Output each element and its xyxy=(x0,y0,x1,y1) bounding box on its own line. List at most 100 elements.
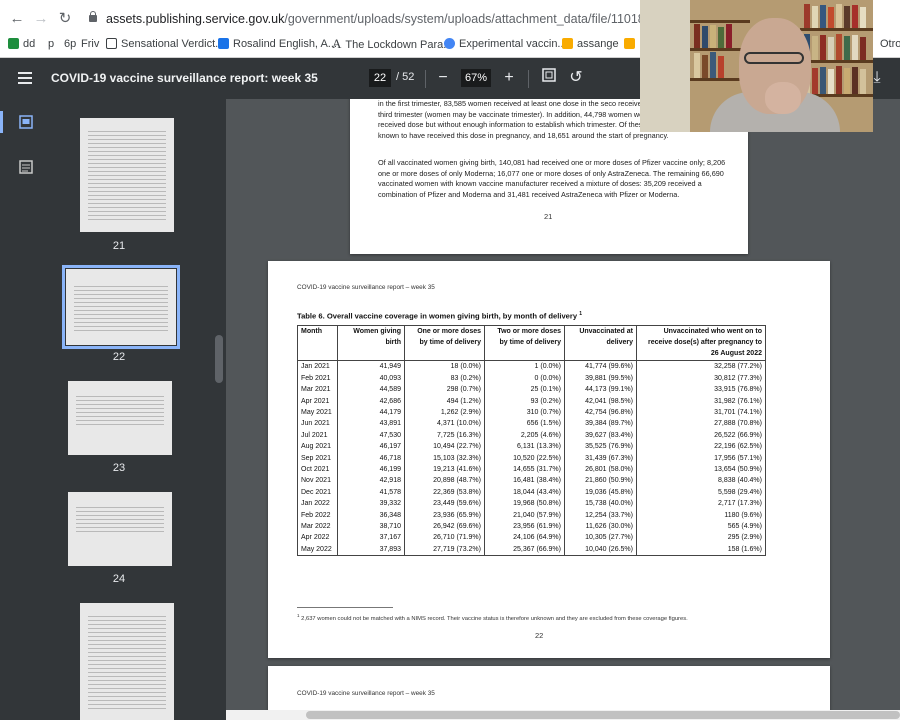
folder-icon xyxy=(624,38,635,49)
table-cell: 31,439 (67.3%) xyxy=(564,452,637,465)
bookmark-lockdown-paradox[interactable]: A The Lockdown Para... xyxy=(332,36,452,52)
horizontal-scroll-thumb[interactable] xyxy=(306,711,900,719)
bookmark-otro[interactable]: Otro xyxy=(880,36,900,52)
table-body: Jan 2021 41,949 18 (0.0%) 1 (0.0%) 41,774 (9… xyxy=(297,360,766,557)
zoom-in-icon[interactable]: + xyxy=(500,68,518,88)
table-cell: 44,589 xyxy=(337,384,405,396)
back-icon[interactable]: ← xyxy=(8,10,26,28)
table-cell: 23,956 (61.9%) xyxy=(484,521,565,533)
thumbnails-icon[interactable] xyxy=(19,115,33,129)
table-cell: 21,860 (50.9%) xyxy=(564,475,637,487)
table-cell: 18,044 (43.4%) xyxy=(484,486,565,499)
thumbnail-page-23[interactable] xyxy=(68,381,172,455)
table-cell: 2,717 (17.3%) xyxy=(636,498,766,510)
table-cell: 10,520 (22.5%) xyxy=(484,452,565,465)
sidebar-rail xyxy=(0,99,52,720)
toolbar-divider xyxy=(528,70,529,88)
grid-icon xyxy=(106,38,117,49)
table-row: Feb 2022 36,348 23,936 (65.9%) 21,040 (57.9… xyxy=(297,509,766,522)
thumbnail-scroll-thumb[interactable] xyxy=(215,335,223,383)
thumbnail-pane: 21 22 23 24 xyxy=(52,99,226,720)
table-cell: 19,036 (45.8%) xyxy=(564,486,637,499)
table-cell: 295 (2.9%) xyxy=(636,532,766,544)
table-cell: 12,254 (33.7%) xyxy=(564,509,637,522)
table-cell: 31,701 (74.1%) xyxy=(636,407,766,419)
month-cell: Dec 2021 xyxy=(297,486,338,499)
table-row: May 2021 44,179 1,262 (2.9%) 310 (0.7%) 42,7… xyxy=(297,407,766,419)
table-cell: 10,040 (26.5%) xyxy=(564,543,637,557)
bookmark-assange[interactable]: assange xyxy=(562,36,619,52)
table-title: Table 6. Overall vaccine coverage in wom… xyxy=(297,311,582,321)
thumbnail-number: 24 xyxy=(112,573,126,585)
table-cell: 7,725 (16.3%) xyxy=(404,429,485,442)
thumbnail-page-21[interactable] xyxy=(80,118,174,232)
url-field[interactable]: assets.publishing.service.gov.uk/governm… xyxy=(106,9,666,29)
bookmark-rosalind-english[interactable]: Rosalind English, A... xyxy=(218,36,337,52)
thumbnail-page-24[interactable] xyxy=(68,492,172,566)
month-cell: Nov 2021 xyxy=(297,475,338,487)
bookmark-icon xyxy=(444,38,455,49)
table-cell: 4,371 (10.0%) xyxy=(404,418,485,430)
zoom-input[interactable]: 67% xyxy=(461,69,491,87)
bookmark-p[interactable]: p xyxy=(48,36,54,52)
column-header: One or more doses by time of delivery xyxy=(404,324,485,362)
table-cell: 13,654 (50.9%) xyxy=(636,464,766,476)
table-cell: 42,754 (96.8%) xyxy=(564,407,637,419)
month-cell: Jul 2021 xyxy=(297,429,338,442)
table-cell: 44,179 xyxy=(337,407,405,419)
month-cell: Oct 2021 xyxy=(297,464,338,476)
table-cell: 565 (4.9%) xyxy=(636,521,766,533)
bookmark-icon xyxy=(8,38,19,49)
month-cell: Feb 2021 xyxy=(297,372,338,385)
zoom-out-icon[interactable]: − xyxy=(434,68,452,88)
horizontal-scrollbar[interactable] xyxy=(226,710,900,720)
outline-icon[interactable] xyxy=(19,160,33,174)
table-cell: 41,774 (99.6%) xyxy=(564,360,637,373)
table-cell: 38,710 xyxy=(337,521,405,533)
forward-icon[interactable]: → xyxy=(32,10,50,28)
table-cell: 33,915 (76.8%) xyxy=(636,384,766,396)
pdf-page-23: COVID-19 vaccine surveillance report – w… xyxy=(268,666,830,710)
bookmark-dd[interactable]: dd xyxy=(8,36,35,52)
table-cell: 158 (1.6%) xyxy=(636,543,766,557)
table-cell: 93 (0.2%) xyxy=(484,395,565,408)
footnote: 1 2,637 women could not be matched with … xyxy=(297,613,688,622)
bookmark-sensational-verdict[interactable]: Sensational Verdict... xyxy=(106,36,224,52)
page-header: COVID-19 vaccine surveillance report – w… xyxy=(297,284,435,291)
table-cell: 656 (1.5%) xyxy=(484,418,565,430)
fit-page-icon[interactable] xyxy=(540,68,558,88)
menu-icon[interactable] xyxy=(18,72,32,84)
table-cell: 22,196 (62.5%) xyxy=(636,441,766,453)
table-cell: 30,812 (77.3%) xyxy=(636,372,766,385)
thumbnail-page-25[interactable] xyxy=(80,603,174,720)
bookmark-icon xyxy=(218,38,229,49)
month-cell: Apr 2021 xyxy=(297,395,338,408)
column-header: Month xyxy=(297,324,338,362)
table-cell: 6,131 (13.3%) xyxy=(484,441,565,453)
page-total: / 52 xyxy=(396,71,415,83)
reload-icon[interactable]: ↻ xyxy=(56,10,74,28)
table-cell: 494 (1.2%) xyxy=(404,395,485,408)
table-cell: 14,655 (31.7%) xyxy=(484,464,565,476)
bookmark-6p[interactable]: 6p xyxy=(64,36,76,52)
bookmark-folder[interactable] xyxy=(624,36,639,52)
month-cell: Jan 2022 xyxy=(297,498,338,510)
table-row: Jun 2021 43,891 4,371 (10.0%) 656 (1.5%) 39,… xyxy=(297,418,766,430)
table-cell: 5,598 (29.4%) xyxy=(636,486,766,499)
thumbnail-number: 21 xyxy=(112,240,126,252)
thumbnail-page-22[interactable] xyxy=(62,265,180,349)
table-cell: 15,738 (40.0%) xyxy=(564,498,637,510)
table-cell: 42,041 (98.5%) xyxy=(564,395,637,408)
table-cell: 46,199 xyxy=(337,464,405,476)
thumbnail-scrollbar[interactable] xyxy=(213,99,225,720)
page-number-input[interactable]: 22 xyxy=(369,69,391,87)
table-cell: 40,093 xyxy=(337,372,405,385)
table-cell: 26,942 (69.6%) xyxy=(404,521,485,533)
table-cell: 10,305 (27.7%) xyxy=(564,532,637,544)
table-cell: 2,205 (4.6%) xyxy=(484,429,565,442)
bookmark-friv[interactable]: Friv xyxy=(81,36,99,52)
table-cell: 46,718 xyxy=(337,452,405,465)
rotate-icon[interactable]: ↺ xyxy=(567,68,585,88)
bookmark-experimental-vaccine[interactable]: Experimental vaccin... xyxy=(444,36,567,52)
table-cell: 1180 (9.6%) xyxy=(636,509,766,522)
